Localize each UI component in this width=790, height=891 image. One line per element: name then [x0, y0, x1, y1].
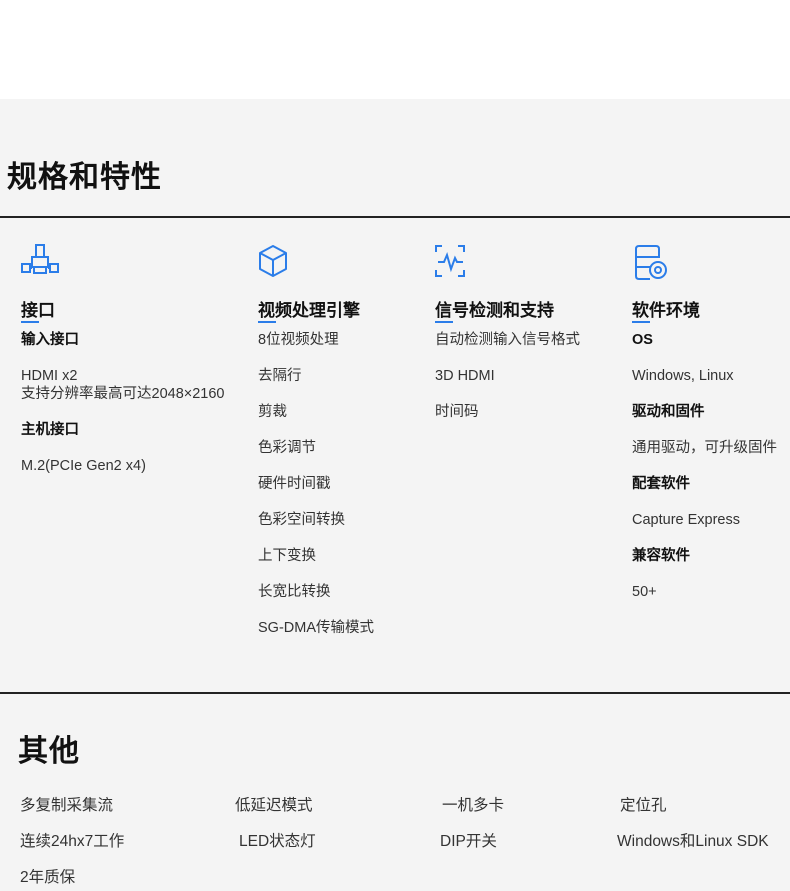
- title-accent-underline: [632, 321, 650, 323]
- spec-item: OS: [632, 332, 653, 348]
- spec-item: 兼容软件: [632, 548, 690, 564]
- specs-section-title: 规格和特性: [7, 161, 162, 194]
- spec-item: 色彩空间转换: [258, 512, 345, 528]
- other-item: 低延迟模式: [235, 797, 313, 814]
- spec-item: 支持分辨率最高可达2048×2160: [21, 386, 225, 402]
- other-item: 2年质保: [20, 869, 76, 886]
- other-item: DIP开关: [440, 833, 497, 850]
- other-section-title: 其他: [18, 735, 80, 768]
- other-item: 连续24hx7工作: [20, 833, 125, 850]
- spec-item: 硬件时间戳: [258, 476, 331, 492]
- spec-item: 上下变换: [258, 548, 316, 564]
- spec-item: 时间码: [435, 404, 479, 420]
- spec-item: HDMI x2: [21, 368, 78, 384]
- other-item: LED状态灯: [239, 833, 316, 850]
- spec-item: 50+: [632, 584, 657, 600]
- spec-item: Capture Express: [632, 512, 740, 528]
- spec-item: 输入接口: [21, 332, 79, 348]
- spec-item: 自动检测输入信号格式: [435, 332, 580, 348]
- other-item: Windows和Linux SDK: [617, 833, 769, 850]
- title-accent-underline: [21, 321, 39, 323]
- other-item: 一机多卡: [442, 797, 505, 814]
- spec-item: Windows, Linux: [632, 368, 734, 384]
- disk-drive-icon: [635, 245, 667, 280]
- other-divider: [0, 692, 790, 694]
- spec-item: 色彩调节: [258, 440, 316, 456]
- spec-item: 去隔行: [258, 368, 302, 384]
- spec-item: 驱动和固件: [632, 404, 705, 420]
- spec-column-software: 软件环境 OS Windows, Linux 驱动和固件 通用驱动，可升级固件 …: [632, 243, 787, 600]
- spec-item: 配套软件: [632, 476, 690, 492]
- spec-column-video-engine: 视频处理引擎 8位视频处理 去隔行 剪裁 色彩调节 硬件时间戳 色彩空间转换 上…: [258, 243, 428, 636]
- top-blank-area: [0, 0, 790, 99]
- network-port-icon: [21, 244, 59, 274]
- specs-divider: [0, 216, 790, 218]
- spec-item: 主机接口: [21, 422, 79, 438]
- spec-item: 8位视频处理: [258, 332, 339, 348]
- spec-item: 长宽比转换: [258, 584, 331, 600]
- spec-item: 通用驱动，可升级固件: [632, 440, 777, 456]
- title-accent-underline: [435, 321, 453, 323]
- spec-item: 3D HDMI: [435, 368, 495, 384]
- other-item: 定位孔: [620, 797, 667, 814]
- title-accent-underline: [258, 321, 276, 323]
- spec-item: SG-DMA传输模式: [258, 620, 374, 636]
- column-title: 接口: [21, 301, 55, 320]
- spec-column-signal-detection: 信号检测和支持 自动检测输入信号格式 3D HDMI 时间码: [435, 243, 625, 420]
- spec-item: M.2(PCIe Gen2 x4): [21, 458, 146, 474]
- spec-column-interfaces: 接口 输入接口 HDMI x2 支持分辨率最高可达2048×2160 主机接口 …: [21, 243, 251, 474]
- other-item: 多复制采集流: [20, 797, 114, 814]
- column-title: 软件环境: [632, 301, 700, 320]
- cube-icon: [259, 245, 287, 277]
- column-title: 视频处理引擎: [258, 301, 360, 320]
- signal-scan-icon: [435, 245, 465, 277]
- column-title: 信号检测和支持: [435, 301, 554, 320]
- spec-item: 剪裁: [258, 404, 287, 420]
